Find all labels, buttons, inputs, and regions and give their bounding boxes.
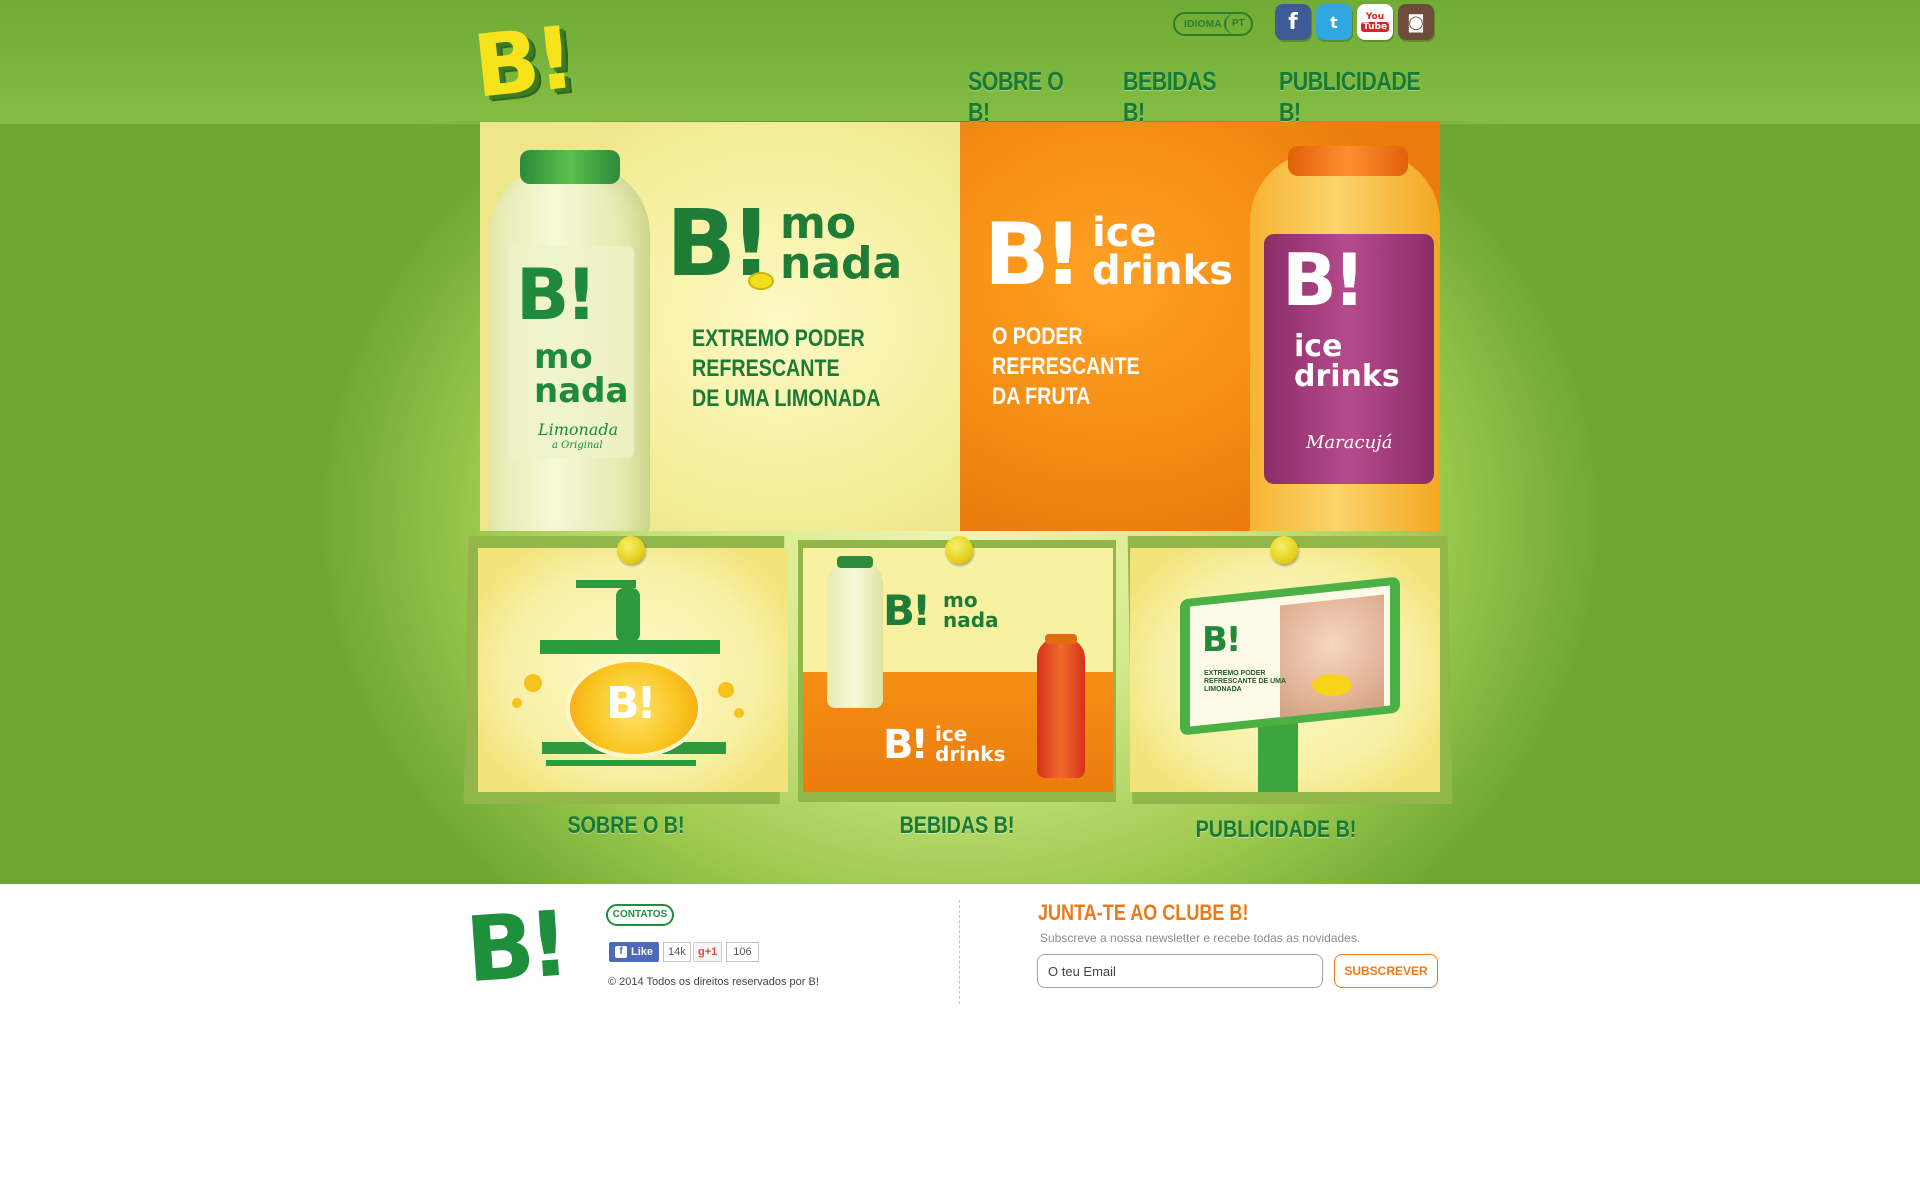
icedrinks-brand-name: ice drinks xyxy=(1092,210,1233,294)
language-selector[interactable]: IDIOMA PT xyxy=(1173,12,1253,36)
billboard-tagline: EXTREMO PODER REFRESCANTE DE UMA LIMONAD… xyxy=(1204,670,1286,693)
juice-splash-icon xyxy=(734,708,744,718)
woman-photo xyxy=(1280,594,1384,718)
card-art-bar xyxy=(540,640,720,654)
card-art-icedrinks-b: B! xyxy=(883,722,929,768)
banner-bimonada[interactable]: B! mo nada Limonada a Original B! mo nad… xyxy=(480,122,960,531)
lemonade-bottle-icon xyxy=(827,556,883,708)
bottle-label-flavor: Limonada xyxy=(538,420,619,439)
banner-biceddrinks[interactable]: B! ice drinks O PODER REFRESCANTE DA FRU… xyxy=(960,122,1440,531)
nav-bebidas[interactable]: BEBIDAS B! xyxy=(1123,66,1238,128)
nav-sobre[interactable]: SOBRE O B! xyxy=(968,66,1083,128)
card-art-bar xyxy=(546,760,696,766)
youtube-icon[interactable]: You Tube xyxy=(1357,4,1393,40)
footer-logo[interactable]: B! xyxy=(462,892,567,1004)
card-bebidas[interactable]: B! mo nada B! ice drinks xyxy=(803,548,1113,792)
facebook-like-widget: f Like 14k xyxy=(609,942,691,962)
pushpin-icon xyxy=(945,536,973,564)
bottle-label-name: mo nada xyxy=(534,340,628,408)
newsletter-subtitle: Subscreve a nossa newsletter e recebe to… xyxy=(1040,931,1361,945)
card-label-publicidade[interactable]: PUBLICIDADE B! xyxy=(1145,816,1407,844)
header-bar xyxy=(0,0,1920,124)
card-art-bimonada-name: mo nada xyxy=(943,590,999,630)
pushpin-icon xyxy=(617,536,645,564)
juice-splash-icon xyxy=(524,674,542,692)
copyright-text: © 2014 Todos os direitos reservados por … xyxy=(608,976,819,988)
youtube-icon-bottom: Tube xyxy=(1360,22,1390,32)
facebook-like-label: Like xyxy=(631,946,654,958)
card-label-bebidas[interactable]: BEBIDAS B! xyxy=(826,812,1088,840)
site-logo[interactable]: B! xyxy=(469,8,586,118)
card-art-line: drinks xyxy=(935,742,1006,766)
card-art-text: B! xyxy=(606,678,657,729)
card-publicidade[interactable]: B! EXTREMO PODER REFRESCANTE DE UMA LIMO… xyxy=(1130,548,1440,792)
bottle-label-line2: nada xyxy=(534,371,629,411)
social-links: f t You Tube ◙ xyxy=(1275,4,1434,40)
language-value[interactable]: PT xyxy=(1223,14,1251,34)
bottle-label-sub: a Original xyxy=(552,440,603,451)
email-field[interactable] xyxy=(1037,954,1323,988)
lemon-icon xyxy=(1312,674,1352,696)
bottle-cap xyxy=(1288,146,1408,176)
bottle-label-name: ice drinks xyxy=(1294,332,1400,392)
icedrinks-bottle-icon xyxy=(1037,634,1085,778)
contacts-button[interactable]: CONTATOS xyxy=(606,904,674,926)
gplus-count: 106 xyxy=(726,942,759,962)
bottle-cap xyxy=(520,150,620,184)
bottle-label-line1: ice xyxy=(1294,329,1343,364)
tagline-line: EXTREMO PODER xyxy=(692,325,865,352)
tagline-line: DE UMA LIMONADA xyxy=(692,385,881,412)
facebook-icon[interactable]: f xyxy=(1275,4,1311,40)
facebook-like-button[interactable]: f Like xyxy=(609,942,660,962)
bottle-label-flavor: Maracujá xyxy=(1306,432,1393,453)
tagline-line: O PODER REFRESCANTE xyxy=(992,323,1140,380)
card-art-line: nada xyxy=(943,608,999,632)
bottle-label-line1: mo xyxy=(534,337,593,377)
card-art-bimonada-b: B! xyxy=(883,586,931,635)
logo-text: B! xyxy=(469,8,576,118)
bimonada-tagline: EXTREMO PODER REFRESCANTE DE UMA LIMONAD… xyxy=(692,324,905,414)
juice-splash-icon xyxy=(512,698,522,708)
bimonada-brand-line2: nada xyxy=(780,238,903,289)
card-art-bar xyxy=(576,580,636,588)
pushpin-icon xyxy=(1270,536,1298,564)
card-art-line: mo xyxy=(943,588,978,612)
facebook-icon: f xyxy=(615,946,627,958)
icedrinks-brand-line2: drinks xyxy=(1092,248,1233,294)
bottle-label-line2: drinks xyxy=(1294,359,1400,394)
facebook-like-count: 14k xyxy=(663,942,691,962)
lemon-icon xyxy=(748,272,774,290)
billboard-brand: B! xyxy=(1202,620,1241,660)
youtube-icon-top: You xyxy=(1365,12,1385,22)
gplus-widget: g+1 106 xyxy=(693,942,759,962)
footer-divider xyxy=(959,900,960,1004)
icedrinks-tagline: O PODER REFRESCANTE DA FRUTA xyxy=(992,322,1205,412)
card-label-sobre[interactable]: SOBRE O B! xyxy=(495,812,757,840)
nav-publicidade[interactable]: PUBLICIDADE B! xyxy=(1279,66,1443,128)
icedrinks-brand-line1: ice xyxy=(1092,210,1157,256)
subscribe-button[interactable]: SUBSCREVER xyxy=(1334,954,1438,988)
lemonade-bottle: B! mo nada Limonada a Original xyxy=(490,150,650,531)
language-label: IDIOMA xyxy=(1184,18,1222,30)
bottle-label-brand: B! xyxy=(516,254,597,336)
card-sobre[interactable]: B! xyxy=(478,548,788,792)
bottle-label-brand: B! xyxy=(1282,238,1366,322)
card-art-bar xyxy=(616,588,640,642)
tagline-line: DA FRUTA xyxy=(992,383,1091,410)
bimonada-brand-name: mo nada xyxy=(780,202,903,289)
icedrinks-bottle: B! ice drinks Maracujá xyxy=(1250,146,1440,531)
card-art-line: ice xyxy=(935,722,968,746)
icedrinks-brand-b: B! xyxy=(984,205,1083,305)
juice-splash-icon xyxy=(718,682,734,698)
gplus-button[interactable]: g+1 xyxy=(693,942,723,962)
card-art-icedrinks-name: ice drinks xyxy=(935,724,1005,764)
newsletter-title: JUNTA-TE AO CLUBE B! xyxy=(1038,900,1249,925)
tagline-line: REFRESCANTE xyxy=(692,355,840,382)
twitter-icon[interactable]: t xyxy=(1316,4,1352,40)
instagram-icon[interactable]: ◙ xyxy=(1398,4,1434,40)
